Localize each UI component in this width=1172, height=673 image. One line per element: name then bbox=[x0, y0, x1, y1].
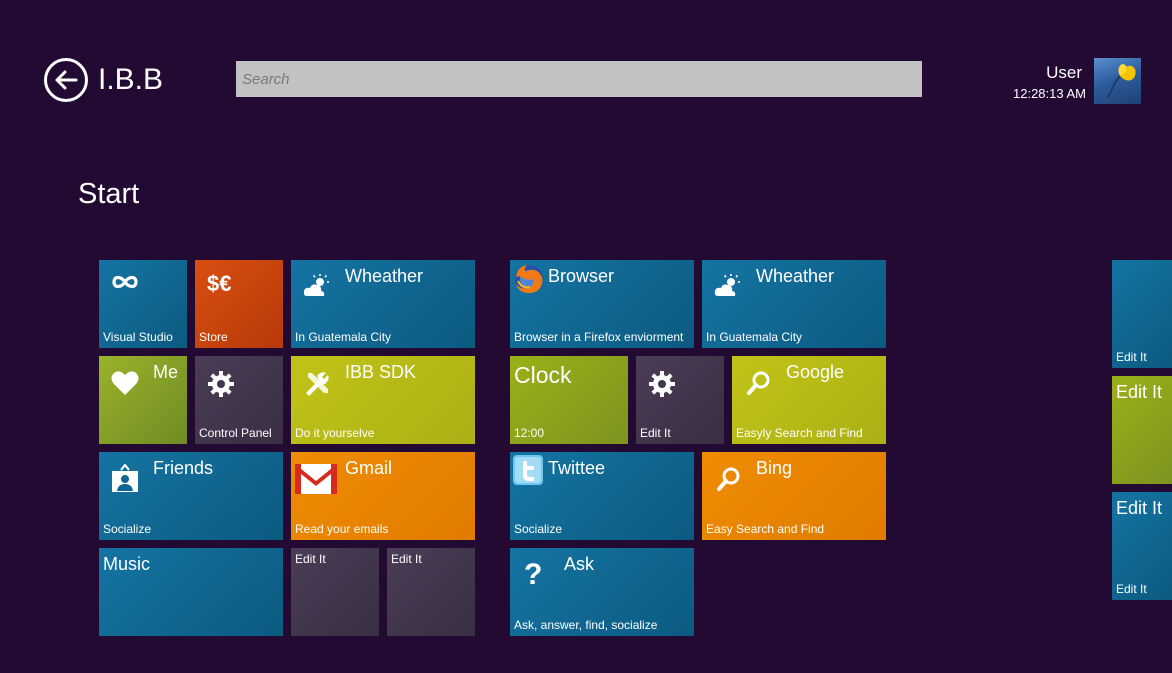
tile-clock[interactable]: Clock 12:00 bbox=[510, 356, 628, 444]
tile-twittee[interactable]: Twittee Socialize bbox=[510, 452, 694, 540]
tile-control-panel[interactable]: Control Panel bbox=[195, 356, 283, 444]
gear-icon bbox=[207, 370, 235, 398]
tile-browser[interactable]: Browser Browser in a Firefox enviorment bbox=[510, 260, 694, 348]
tile-subtitle: Visual Studio bbox=[103, 330, 173, 344]
tile-ask[interactable]: ? Ask Ask, answer, find, socialize bbox=[510, 548, 694, 636]
tile-title: Ask bbox=[564, 554, 595, 574]
magnifier-icon bbox=[716, 466, 742, 492]
twitter-icon bbox=[513, 455, 543, 485]
tile-weather[interactable]: Wheather In Guatemala City bbox=[291, 260, 475, 348]
tile-title: Clock bbox=[514, 362, 572, 388]
currency-icon: $€ bbox=[207, 271, 232, 296]
tools-icon bbox=[303, 370, 331, 398]
tile-title: Friends bbox=[153, 458, 214, 478]
clock-time: 12:28:13 AM bbox=[1013, 86, 1086, 101]
tile-title: Google bbox=[786, 362, 845, 382]
magnifier-icon bbox=[746, 370, 772, 396]
tile-subtitle: Do it yourselve bbox=[295, 426, 375, 440]
weather-icon bbox=[303, 274, 331, 298]
tile-edit-it-right-3[interactable]: Edit It Edit It bbox=[1112, 492, 1172, 600]
tile-subtitle: In Guatemala City bbox=[295, 330, 392, 344]
tile-edit-it-2[interactable]: Edit It bbox=[387, 548, 475, 636]
tile-subtitle: In Guatemala City bbox=[706, 330, 803, 344]
tile-subtitle: Edit It bbox=[1116, 582, 1147, 596]
avatar[interactable] bbox=[1094, 58, 1141, 104]
question-icon: ? bbox=[524, 558, 543, 591]
tile-label: Edit It bbox=[391, 552, 422, 566]
tile-title: Wheather bbox=[345, 266, 424, 286]
tile-edit-it-1[interactable]: Edit It bbox=[291, 548, 379, 636]
tile-label: Edit It bbox=[295, 552, 326, 566]
tile-title: Browser bbox=[548, 266, 615, 286]
tile-edit-it-right-2[interactable]: Edit It bbox=[1112, 376, 1172, 484]
weather-icon bbox=[714, 274, 742, 298]
gear-icon bbox=[648, 370, 676, 398]
tile-music[interactable]: Music bbox=[99, 548, 283, 636]
tile-google[interactable]: Google Easyly Search and Find bbox=[732, 356, 886, 444]
search-input[interactable] bbox=[236, 61, 922, 97]
tile-edit-it-right-1[interactable]: Edit It bbox=[1112, 260, 1172, 368]
tile-title: Edit It bbox=[1116, 382, 1163, 402]
tile-store[interactable]: $€ Store bbox=[195, 260, 283, 348]
tile-gmail[interactable]: Gmail Read your emails bbox=[291, 452, 475, 540]
back-arrow-icon bbox=[55, 70, 78, 90]
tile-ibb-sdk[interactable]: IBB SDK Do it yourselve bbox=[291, 356, 475, 444]
tile-subtitle: Control Panel bbox=[199, 426, 272, 440]
tile-title: Gmail bbox=[345, 458, 393, 478]
tile-me[interactable]: Me bbox=[99, 356, 187, 444]
tile-title: Twittee bbox=[548, 458, 606, 478]
tile-subtitle: Read your emails bbox=[295, 522, 389, 536]
infinity-icon bbox=[111, 274, 139, 290]
tile-title: Bing bbox=[756, 458, 793, 478]
tile-title: Music bbox=[103, 554, 151, 574]
tile-title: IBB SDK bbox=[345, 362, 417, 382]
tile-friends[interactable]: Friends Socialize bbox=[99, 452, 283, 540]
tile-bing[interactable]: Bing Easy Search and Find bbox=[702, 452, 886, 540]
tile-subtitle: Edit It bbox=[640, 426, 671, 440]
tile-subtitle: Easyly Search and Find bbox=[736, 426, 863, 440]
heart-icon bbox=[111, 370, 139, 396]
user-name[interactable]: User bbox=[1046, 63, 1082, 83]
flower-icon bbox=[1107, 64, 1136, 99]
tile-weather-2[interactable]: Wheather In Guatemala City bbox=[702, 260, 886, 348]
tile-subtitle: Store bbox=[199, 330, 228, 344]
tile-title: Wheather bbox=[756, 266, 835, 286]
tile-subtitle: Edit It bbox=[1116, 350, 1147, 364]
firefox-icon bbox=[513, 263, 545, 295]
tile-edit-it-3[interactable]: Edit It bbox=[636, 356, 724, 444]
page-title: Start bbox=[78, 178, 140, 210]
tile-visual-studio[interactable]: Visual Studio bbox=[99, 260, 187, 348]
back-button[interactable] bbox=[44, 58, 88, 102]
tile-subtitle: Easy Search and Find bbox=[706, 522, 825, 536]
gmail-icon bbox=[295, 464, 337, 494]
tile-subtitle: Socialize bbox=[514, 522, 563, 536]
tile-title: Me bbox=[153, 362, 179, 382]
tile-subtitle: Ask, answer, find, socialize bbox=[514, 618, 658, 632]
tile-subtitle: Browser in a Firefox enviorment bbox=[514, 330, 684, 344]
tile-subtitle: 12:00 bbox=[514, 426, 545, 440]
app-title: I.B.B bbox=[98, 63, 164, 96]
tile-title: Edit It bbox=[1116, 498, 1163, 518]
contact-icon bbox=[111, 464, 139, 494]
tile-subtitle: Socialize bbox=[103, 522, 152, 536]
